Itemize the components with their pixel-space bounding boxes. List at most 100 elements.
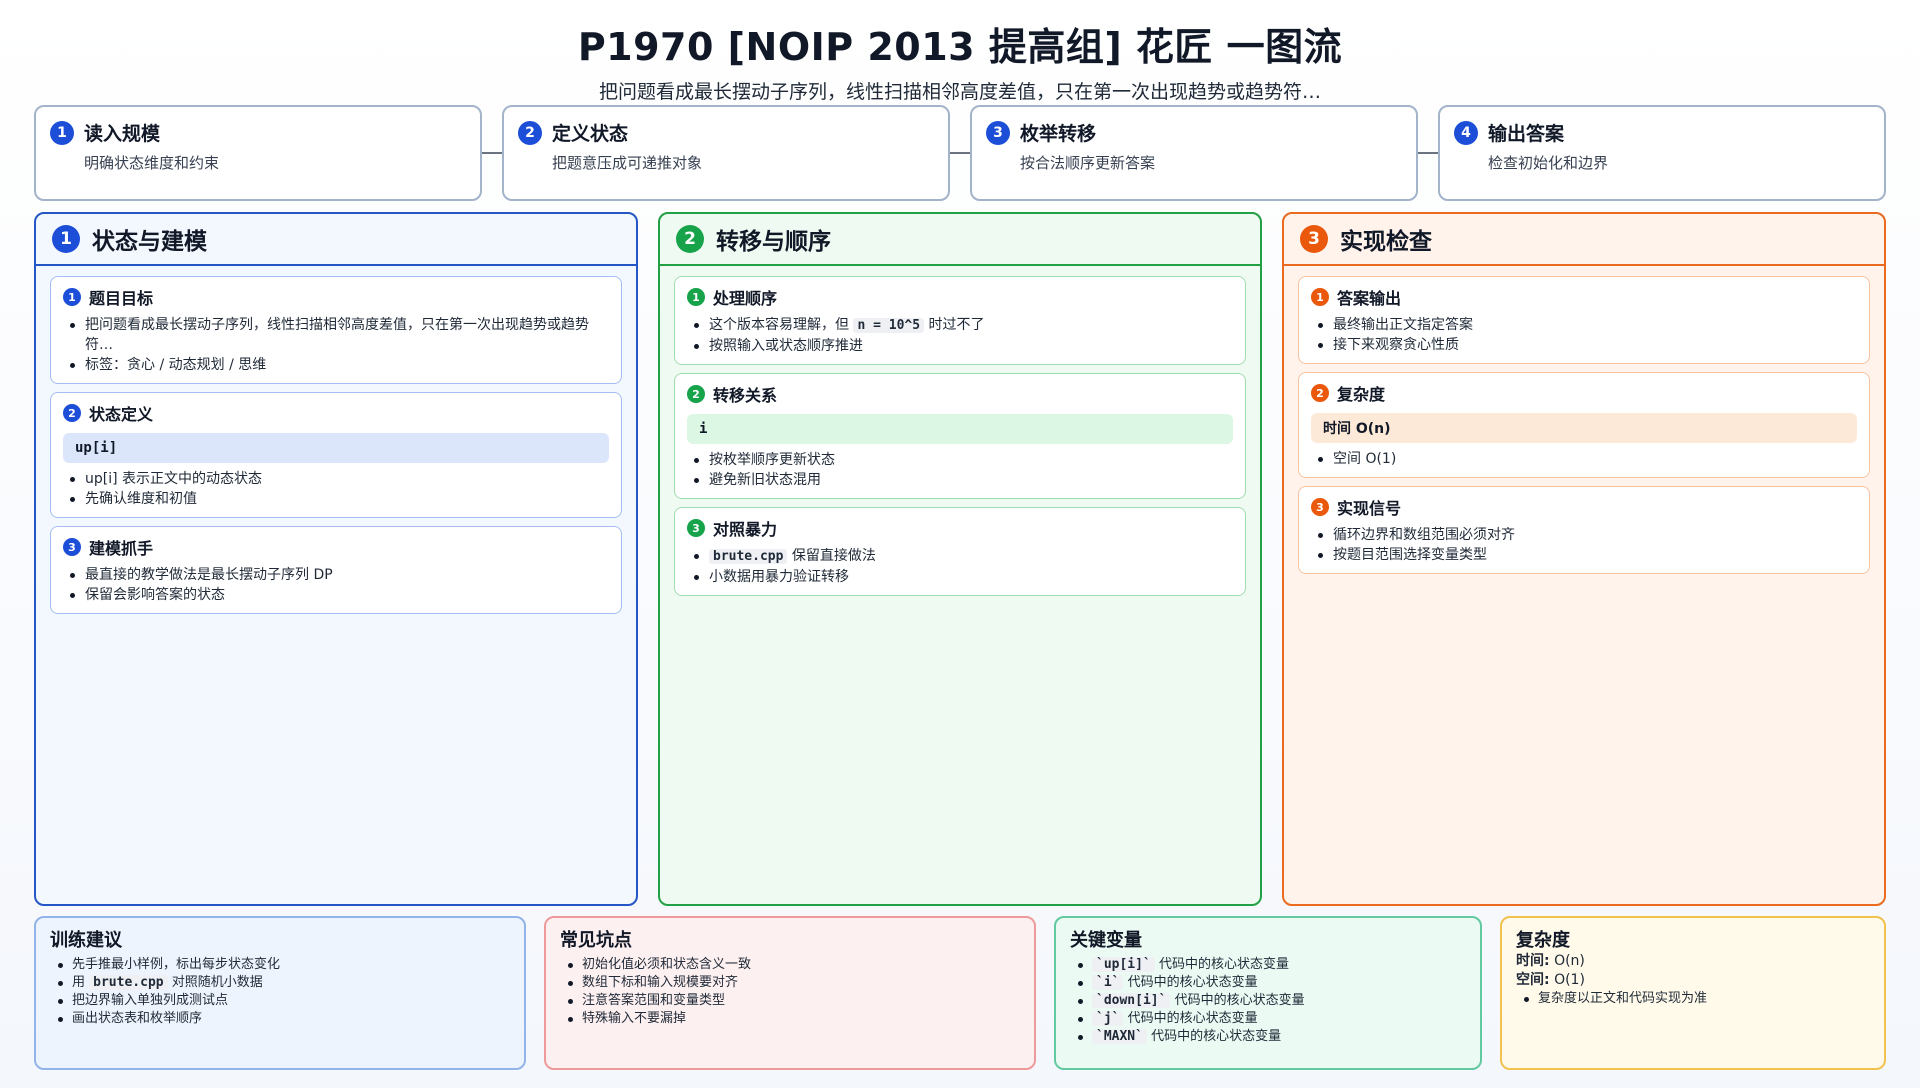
label: 空间: [1516,972,1550,988]
text: 代码中的核心状态变量 [1158,957,1289,972]
card-number-badge: 2 [687,385,705,403]
column-header: 2 转移与顺序 [660,214,1260,266]
list-item: 这个版本容易理解，但 n = 10^5 时过不了 [687,315,1233,336]
text: 用 [72,975,86,990]
list-item: `down[i]` 代码中的核心状态变量 [1070,992,1466,1010]
inline-code: `up[i]` [1092,957,1155,972]
card-title: 转移关系 [713,386,778,405]
column-number-badge: 2 [676,225,704,253]
step-number-badge: 4 [1454,120,1478,145]
code-highlight: up[i] [63,433,609,463]
step-desc: 明确状态维度和约束 [84,154,220,172]
card-title: 对照暴力 [713,520,778,539]
list-item: 最终输出正文指定答案 [1311,315,1857,335]
step-flow: 1 读入规模 明确状态维度和约束 2 定义状态 把题意压成可递推对象 3 枚举转移 按… [34,105,1886,201]
step-2: 2 定义状态 把题意压成可递推对象 [502,105,950,201]
list-item: 注意答案范围和变量类型 [560,992,1020,1010]
card-goal: 1 题目目标 把问题看成最长摆动子序列，线性扫描相邻高度差值，只在第一次出现趋势或… [50,276,622,384]
value: O(n) [1554,953,1585,969]
inline-code: `j` [1092,1011,1124,1026]
list-item: 先手推最小样例，标出每步状态变化 [50,956,510,974]
space-complexity: 空间: O(1) [1516,971,1870,990]
step-title: 枚举转移 [1020,123,1097,145]
card-number-badge: 3 [1311,498,1329,516]
column-header: 1 状态与建模 [36,214,636,266]
step-desc: 把题意压成可递推对象 [552,154,703,172]
panel-title: 关键变量 [1070,930,1142,951]
code-highlight: i [687,414,1233,444]
list-item: `i` 代码中的核心状态变量 [1070,974,1466,992]
list-item: 按照输入或状态顺序推进 [687,336,1233,356]
step-1: 1 读入规模 明确状态维度和约束 [34,105,482,201]
card-number-badge: 2 [1311,384,1329,402]
panel-title: 复杂度 [1516,930,1570,951]
column-title: 实现检查 [1340,229,1432,255]
list-item: 数组下标和输入规模要对齐 [560,974,1020,992]
panel-pitfalls: 常见坑点 初始化值必须和状态含义一致 数组下标和输入规模要对齐 注意答案范围和变… [544,916,1036,1070]
card-title: 处理顺序 [713,289,778,308]
inline-code: `i` [1092,975,1124,990]
card-title: 实现信号 [1337,499,1402,518]
list-item: up[i] 表示正文中的动态状态 [63,469,609,489]
column-transition: 2 转移与顺序 1 处理顺序 这个版本容易理解，但 n = 10^5 时过不了 按… [658,212,1262,906]
card-number-badge: 1 [63,288,81,306]
list-item: 用 brute.cpp 对照随机小数据 [50,974,510,992]
card-complexity: 2 复杂度 时间 O(n) 空间 O(1) [1298,372,1870,478]
step-number-badge: 1 [50,120,74,145]
list-item: `up[i]` 代码中的核心状态变量 [1070,956,1466,974]
list-item: 避免新旧状态混用 [687,470,1233,490]
panel-key-variables: 关键变量 `up[i]` 代码中的核心状态变量 `i` 代码中的核心状态变量 `… [1054,916,1482,1070]
list-item: 初始化值必须和状态含义一致 [560,956,1020,974]
inline-code: n = 10^5 [853,318,925,333]
column-title: 转移与顺序 [716,229,831,255]
card-title: 状态定义 [89,405,154,424]
card-output: 1 答案输出 最终输出正文指定答案 接下来观察贪心性质 [1298,276,1870,364]
list-item: `MAXN` 代码中的核心状态变量 [1070,1028,1466,1046]
list-item: 标签：贪心 / 动态规划 / 思维 [63,355,609,375]
list-item: `j` 代码中的核心状态变量 [1070,1010,1466,1028]
value: O(1) [1554,972,1585,988]
text: 代码中的核心状态变量 [1151,1029,1282,1044]
page-subtitle: 把问题看成最长摆动子序列，线性扫描相邻高度差值，只在第一次出现趋势或趋势符… [598,81,1321,103]
list-item: 特殊输入不要漏掉 [560,1010,1020,1028]
card-title: 题目目标 [89,289,154,308]
step-number-badge: 2 [518,120,542,145]
page-title: P1970 [NOIP 2013 提高组] 花匠 一图流 [577,25,1343,69]
card-title: 建模抓手 [89,539,154,558]
step-3: 3 枚举转移 按合法顺序更新答案 [970,105,1418,201]
card-impl-signal: 3 实现信号 循环边界和数组范围必须对齐 按题目范围选择变量类型 [1298,486,1870,574]
card-relation: 2 转移关系 i 按枚举顺序更新状态 避免新旧状态混用 [674,373,1246,499]
text: 代码中的核心状态变量 [1127,975,1258,990]
list-item: 空间 O(1) [1311,449,1857,469]
card-state-def: 2 状态定义 up[i] up[i] 表示正文中的动态状态 先确认维度和初值 [50,392,622,518]
step-title: 定义状态 [552,123,629,145]
column-modeling: 1 状态与建模 1 题目目标 把问题看成最长摆动子序列，线性扫描相邻高度差值，只在… [34,212,638,906]
step-desc: 按合法顺序更新答案 [1020,154,1156,172]
inline-code: brute.cpp [709,549,788,564]
text: 时过不了 [928,317,985,333]
column-number-badge: 1 [52,225,80,253]
card-number-badge: 3 [63,538,81,556]
list-item: 循环边界和数组范围必须对齐 [1311,525,1857,545]
step-title: 输出答案 [1488,123,1565,145]
list-item: 保留会影响答案的状态 [63,585,609,605]
label: 时间: [1516,953,1550,969]
card-number-badge: 3 [687,519,705,537]
panel-training: 训练建议 先手推最小样例，标出每步状态变化 用 brute.cpp 对照随机小数… [34,916,526,1070]
card-title: 复杂度 [1337,385,1386,404]
card-brute: 3 对照暴力 brute.cpp 保留直接做法 小数据用暴力验证转移 [674,507,1246,596]
text: 代码中的核心状态变量 [1174,993,1305,1008]
list-item: 把问题看成最长摆动子序列，线性扫描相邻高度差值，只在第一次出现趋势或趋势符… [63,315,609,355]
step-connector [950,152,970,154]
column-number-badge: 3 [1300,225,1328,253]
list-item: 把边界输入单独列成测试点 [50,992,510,1010]
step-title: 读入规模 [84,123,161,145]
step-desc: 检查初始化和边界 [1488,154,1609,172]
step-connector [482,152,502,154]
step-4: 4 输出答案 检查初始化和边界 [1438,105,1886,201]
panel-title: 训练建议 [50,930,122,951]
inline-code: `down[i]` [1092,993,1171,1008]
time-complexity: 时间: O(n) [1516,952,1870,971]
inline-code: `MAXN` [1092,1029,1147,1044]
step-connector [1418,152,1438,154]
